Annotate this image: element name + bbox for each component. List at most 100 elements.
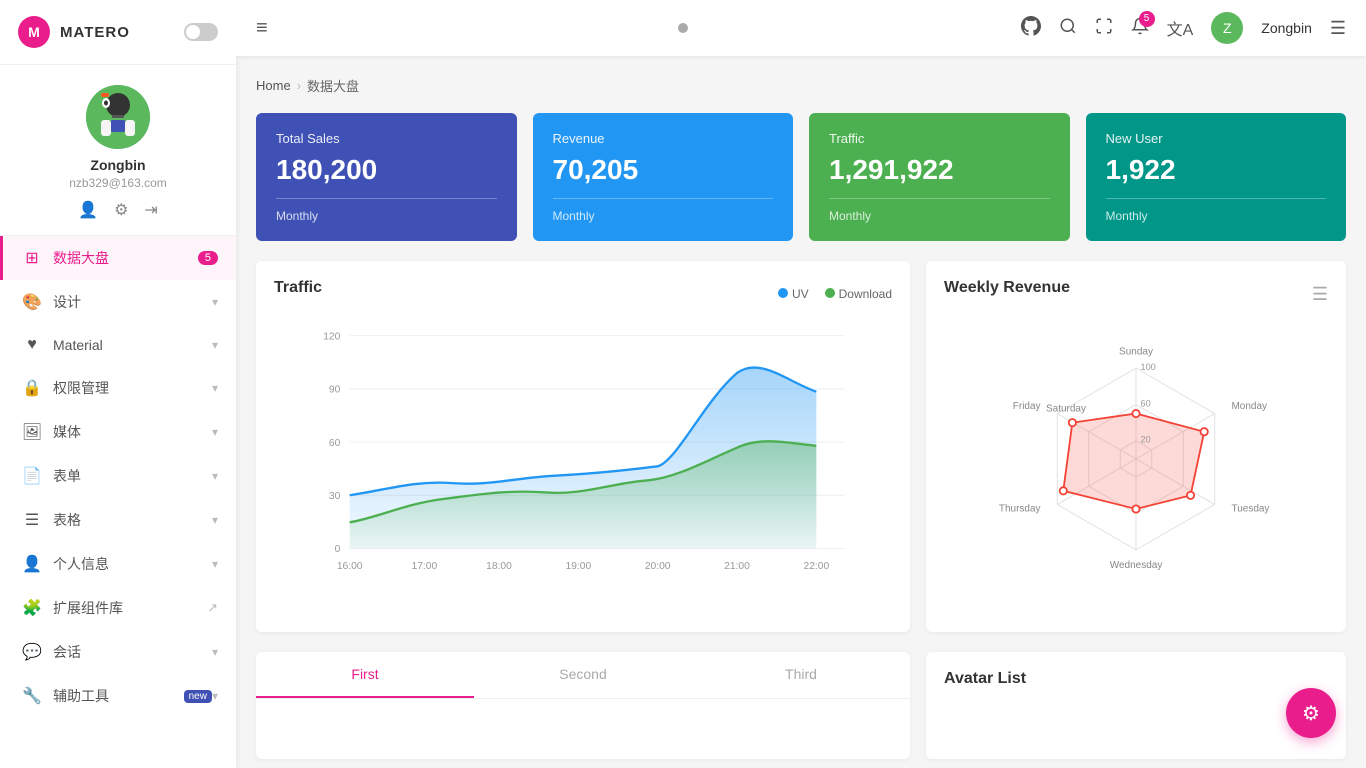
tab-third[interactable]: Third bbox=[692, 652, 910, 698]
breadcrumb-home[interactable]: Home bbox=[256, 78, 291, 93]
material-icon: ♥ bbox=[21, 336, 43, 354]
nav-label-chat: 会话 bbox=[53, 642, 212, 662]
fab-settings-button[interactable]: ⚙ bbox=[1286, 688, 1336, 738]
sidebar-item-design[interactable]: 🎨 设计 ▾ bbox=[0, 280, 236, 324]
revenue-label: Revenue bbox=[553, 131, 774, 146]
avatar-inner bbox=[86, 85, 150, 149]
stat-card-revenue: Revenue 70,205 Monthly bbox=[533, 113, 794, 241]
svg-text:21:00: 21:00 bbox=[724, 561, 750, 572]
chart-menu-icon[interactable]: ☰ bbox=[1312, 284, 1328, 305]
tools-icon: 🔧 bbox=[21, 686, 43, 706]
new-user-label: New User bbox=[1106, 131, 1327, 146]
sidebar-toggle[interactable] bbox=[184, 23, 218, 41]
nav-label-material: Material bbox=[53, 337, 212, 353]
tab-content bbox=[256, 699, 910, 759]
svg-text:22:00: 22:00 bbox=[804, 561, 830, 572]
nav-label-design: 设计 bbox=[53, 292, 212, 312]
content-area: Home › 数据大盘 Total Sales 180,200 Monthly … bbox=[236, 56, 1366, 768]
notification-badge: 5 bbox=[1139, 11, 1155, 27]
settings-icon[interactable]: ⚙ bbox=[114, 200, 128, 220]
svg-text:17:00: 17:00 bbox=[412, 561, 438, 572]
svg-text:30: 30 bbox=[329, 491, 341, 502]
sidebar-item-dashboard[interactable]: ⊞ 数据大盘 5 bbox=[0, 236, 236, 280]
svg-text:60: 60 bbox=[329, 438, 341, 449]
revenue-value: 70,205 bbox=[553, 154, 774, 186]
svg-text:18:00: 18:00 bbox=[486, 561, 512, 572]
traffic-label: Traffic bbox=[829, 131, 1050, 146]
svg-text:Wednesday: Wednesday bbox=[1110, 560, 1163, 571]
new-user-value: 1,922 bbox=[1106, 154, 1327, 186]
sidebar-header: M MATERO bbox=[0, 0, 236, 65]
sidebar-item-table[interactable]: ☰ 表格 ▾ bbox=[0, 498, 236, 542]
app-name: MATERO bbox=[60, 24, 130, 41]
traffic-svg: 120 90 60 30 0 16:00 17:00 18:00 19:00 2… bbox=[274, 317, 892, 597]
logo-icon: M bbox=[18, 16, 50, 48]
svg-text:20: 20 bbox=[1141, 435, 1151, 445]
traffic-chart-title: Traffic bbox=[274, 279, 322, 297]
chevron-down-icon-7: ▾ bbox=[212, 557, 218, 571]
sidebar-item-chat[interactable]: 💬 会话 ▾ bbox=[0, 630, 236, 674]
nav-label-extensions: 扩展组件库 bbox=[53, 598, 207, 618]
svg-text:120: 120 bbox=[323, 331, 340, 342]
profile-icon[interactable]: 👤 bbox=[78, 200, 98, 220]
divider bbox=[276, 198, 497, 199]
sidebar-item-auth[interactable]: 🔒 权限管理 ▾ bbox=[0, 366, 236, 410]
form-icon: 📄 bbox=[21, 466, 43, 486]
main-area: ≡ 5 文A Z Zongbin ☰ bbox=[236, 0, 1366, 768]
user-email: nzb329@163.com bbox=[69, 176, 167, 190]
sidebar-item-tools[interactable]: 🔧 辅助工具 new ▾ bbox=[0, 674, 236, 718]
sidebar-item-material[interactable]: ♥ Material ▾ bbox=[0, 324, 236, 366]
sidebar-item-form[interactable]: 📄 表单 ▾ bbox=[0, 454, 236, 498]
stat-cards: Total Sales 180,200 Monthly Revenue 70,2… bbox=[256, 113, 1346, 241]
nav-label-table: 表格 bbox=[53, 510, 212, 530]
topbar: ≡ 5 文A Z Zongbin ☰ bbox=[236, 0, 1366, 56]
svg-text:Thursday: Thursday bbox=[999, 504, 1041, 515]
nav-items: ⊞ 数据大盘 5 🎨 设计 ▾ ♥ Material ▾ 🔒 权限管理 ▾ 🖼 … bbox=[0, 236, 236, 768]
extensions-icon: 🧩 bbox=[21, 598, 43, 618]
chevron-down-icon-8: ▾ bbox=[212, 645, 218, 659]
svg-text:Friday: Friday bbox=[1013, 401, 1041, 412]
logout-icon[interactable]: ⇥ bbox=[144, 200, 157, 220]
translate-icon[interactable]: 文A bbox=[1167, 16, 1194, 40]
dashboard-badge: 5 bbox=[198, 251, 218, 265]
tab-first[interactable]: First bbox=[256, 652, 474, 698]
github-icon[interactable] bbox=[1021, 16, 1041, 41]
avatar bbox=[86, 85, 150, 149]
divider-3 bbox=[829, 198, 1050, 199]
sidebar-item-profile[interactable]: 👤 个人信息 ▾ bbox=[0, 542, 236, 586]
tab-second[interactable]: Second bbox=[474, 652, 692, 698]
stat-card-total-sales: Total Sales 180,200 Monthly bbox=[256, 113, 517, 241]
search-icon[interactable] bbox=[1059, 17, 1077, 40]
svg-text:100: 100 bbox=[1141, 362, 1156, 372]
external-link-icon: ↗ bbox=[207, 600, 218, 616]
nav-label-auth: 权限管理 bbox=[53, 378, 212, 398]
tabs-card: First Second Third bbox=[256, 652, 910, 759]
svg-text:Monday: Monday bbox=[1231, 401, 1267, 412]
total-sales-sub: Monthly bbox=[276, 209, 497, 223]
chevron-down-icon-6: ▾ bbox=[212, 513, 218, 527]
divider-2 bbox=[553, 198, 774, 199]
topbar-avatar[interactable]: Z bbox=[1211, 12, 1243, 44]
svg-text:16:00: 16:00 bbox=[337, 561, 363, 572]
sidebar-item-extensions[interactable]: 🧩 扩展组件库 ↗ bbox=[0, 586, 236, 630]
svg-text:60: 60 bbox=[1141, 398, 1151, 408]
chevron-down-icon: ▾ bbox=[212, 295, 218, 309]
avatar-list-title: Avatar List bbox=[944, 670, 1328, 688]
breadcrumb-separator: › bbox=[297, 78, 301, 93]
notifications-bell[interactable]: 5 bbox=[1131, 17, 1149, 40]
uv-legend: UV bbox=[778, 287, 809, 301]
more-icon[interactable]: ☰ bbox=[1330, 18, 1346, 39]
fullscreen-icon[interactable] bbox=[1095, 17, 1113, 40]
svg-text:Sunday: Sunday bbox=[1119, 346, 1153, 357]
topbar-center-dot bbox=[678, 23, 688, 33]
profile-nav-icon: 👤 bbox=[21, 554, 43, 574]
total-sales-label: Total Sales bbox=[276, 131, 497, 146]
tabs-header: First Second Third bbox=[256, 652, 910, 699]
revenue-sub: Monthly bbox=[553, 209, 774, 223]
svg-text:Saturday: Saturday bbox=[1046, 404, 1086, 415]
svg-text:90: 90 bbox=[329, 385, 341, 396]
nav-label-form: 表单 bbox=[53, 466, 212, 486]
sidebar-item-media[interactable]: 🖼 媒体 ▾ bbox=[0, 410, 236, 454]
breadcrumb-current: 数据大盘 bbox=[307, 76, 359, 95]
menu-icon[interactable]: ≡ bbox=[256, 17, 268, 40]
